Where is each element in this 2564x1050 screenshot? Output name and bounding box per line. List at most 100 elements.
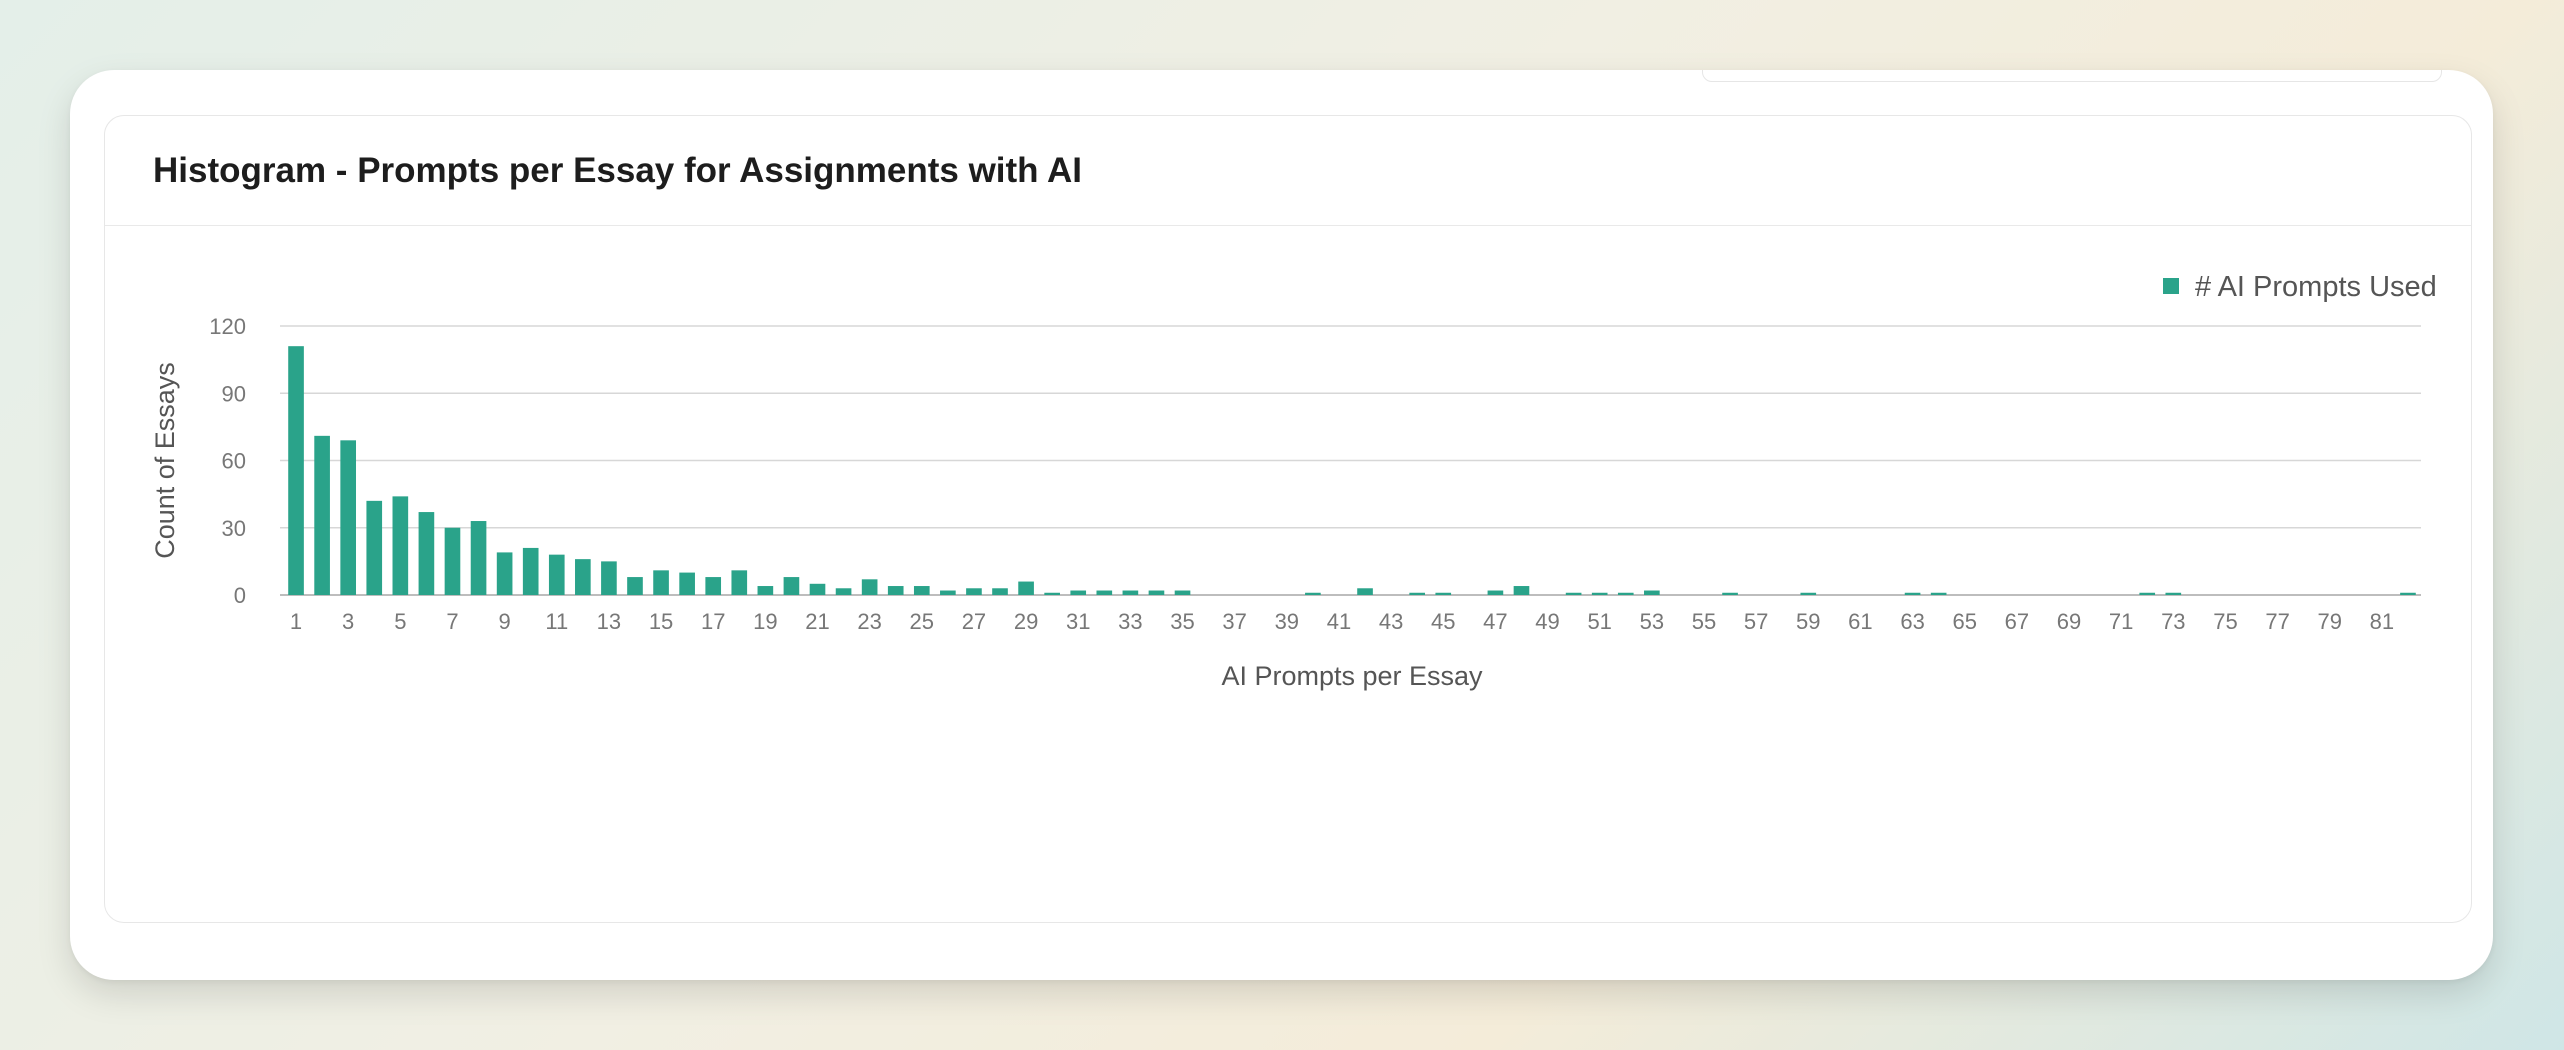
x-tick-label: 25 — [910, 609, 934, 634]
histogram-bar[interactable] — [861, 579, 878, 595]
histogram-bar[interactable] — [627, 577, 643, 595]
histogram-bar[interactable] — [575, 559, 591, 595]
x-tick-label: 77 — [2265, 609, 2289, 634]
histogram-bar[interactable] — [731, 570, 748, 595]
chart-title: Histogram - Prompts per Essay for Assign… — [153, 150, 1082, 190]
histogram-bar[interactable] — [1148, 590, 1165, 595]
x-tick-label: 11 — [545, 609, 568, 634]
x-tick-label: 5 — [394, 609, 406, 634]
x-tick-label: 31 — [1066, 609, 1090, 634]
histogram-bar[interactable] — [1435, 592, 1452, 595]
x-tick-label: 81 — [2370, 609, 2394, 634]
histogram-bar[interactable] — [809, 583, 826, 595]
x-tick-label: 23 — [857, 609, 881, 634]
x-tick-label: 47 — [1483, 609, 1507, 634]
y-tick-label: 60 — [222, 449, 246, 474]
histogram-bar[interactable] — [1174, 590, 1191, 595]
histogram-bar[interactable] — [1070, 590, 1087, 595]
y-tick-label: 0 — [234, 583, 246, 608]
histogram-bar[interactable] — [1487, 590, 1504, 595]
histogram-bar[interactable] — [1513, 586, 1530, 595]
x-tick-label: 75 — [2213, 609, 2237, 634]
x-tick-label: 45 — [1431, 609, 1455, 634]
x-tick-label: 43 — [1379, 609, 1403, 634]
histogram-bar[interactable] — [392, 496, 409, 595]
legend[interactable]: # AI Prompts Used — [2163, 271, 2437, 303]
histogram-bar[interactable] — [496, 552, 513, 595]
x-tick-label: 53 — [1640, 609, 1664, 634]
histogram-bar[interactable] — [340, 440, 357, 595]
x-tick-label: 63 — [1900, 609, 1924, 634]
x-tick-label: 15 — [649, 609, 673, 634]
histogram-bar[interactable] — [1565, 592, 1582, 595]
bars — [288, 346, 2416, 595]
histogram-bar[interactable] — [1357, 588, 1373, 595]
x-tick-label: 37 — [1222, 609, 1246, 634]
x-tick-label: 39 — [1275, 609, 1299, 634]
histogram-bar[interactable] — [1644, 590, 1660, 595]
legend-swatch — [2163, 278, 2179, 294]
histogram-bar[interactable] — [1409, 592, 1426, 595]
histogram-bar[interactable] — [966, 588, 982, 595]
histogram-bar[interactable] — [679, 572, 695, 595]
x-tick-label: 3 — [342, 609, 354, 634]
y-tick-label: 120 — [209, 314, 246, 339]
histogram-bar[interactable] — [1305, 592, 1321, 595]
histogram-chart: 0306090120 1 3 5 7 9 11 13 15 17 19 21 23 25 27 29 31 33… — [150, 271, 2437, 691]
histogram-bar[interactable] — [314, 435, 330, 595]
x-tick-label: 55 — [1692, 609, 1716, 634]
histogram-bar[interactable] — [601, 561, 617, 595]
histogram-bar[interactable] — [1800, 592, 1817, 595]
histogram-bar[interactable] — [940, 590, 956, 595]
y-axis-ticks: 0 30 60 90 120 — [209, 314, 246, 608]
histogram-bar[interactable] — [992, 588, 1008, 595]
x-tick-label: 33 — [1118, 609, 1142, 634]
histogram-bar[interactable] — [2400, 592, 2416, 595]
histogram-bar[interactable] — [444, 527, 461, 595]
gridlines — [280, 325, 2421, 596]
x-tick-label: 51 — [1587, 609, 1611, 634]
histogram-bar[interactable] — [835, 588, 852, 595]
x-tick-label: 71 — [2109, 609, 2133, 634]
histogram-bar[interactable] — [366, 500, 383, 595]
x-tick-label: 49 — [1535, 609, 1559, 634]
histogram-bar[interactable] — [418, 512, 435, 595]
histogram-bar[interactable] — [1904, 592, 1921, 595]
x-tick-label: 79 — [2318, 609, 2342, 634]
y-axis-label: Count of Essays — [150, 362, 180, 559]
x-tick-label: 67 — [2005, 609, 2029, 634]
x-tick-label: 7 — [446, 609, 458, 634]
histogram-bar[interactable] — [548, 554, 565, 595]
histogram-bar[interactable] — [705, 577, 722, 595]
histogram-bar[interactable] — [1122, 590, 1139, 595]
histogram-bar[interactable] — [1722, 592, 1738, 595]
x-tick-label: 65 — [1952, 609, 1976, 634]
histogram-card: Histogram - Prompts per Essay for Assign… — [104, 115, 2472, 923]
histogram-bar[interactable] — [1044, 592, 1060, 595]
histogram-bar[interactable] — [887, 586, 904, 595]
histogram-bar[interactable] — [913, 586, 930, 595]
histogram-bar[interactable] — [757, 586, 774, 595]
histogram-bar[interactable] — [783, 577, 800, 595]
x-tick-label: 13 — [597, 609, 621, 634]
histogram-bar[interactable] — [2165, 592, 2182, 595]
histogram-bar[interactable] — [2139, 592, 2156, 595]
histogram-bar[interactable] — [1018, 581, 1034, 595]
x-tick-label: 35 — [1170, 609, 1194, 634]
x-tick-label: 17 — [701, 609, 725, 634]
dashboard-card: Histogram - Prompts per Essay for Assign… — [70, 70, 2493, 980]
histogram-bar[interactable] — [653, 570, 669, 595]
histogram-bar[interactable] — [1930, 592, 1947, 595]
histogram-bar[interactable] — [522, 547, 539, 595]
histogram-bar[interactable] — [470, 521, 487, 595]
histogram-bar[interactable] — [1591, 592, 1608, 595]
histogram-bar[interactable] — [288, 346, 304, 595]
histogram-bar[interactable] — [1096, 590, 1113, 595]
x-tick-label: 73 — [2161, 609, 2185, 634]
x-tick-label: 9 — [498, 609, 510, 634]
x-axis-ticks: 1 3 5 7 9 11 13 15 17 19 21 23 25 27 29 31 33 35 37 39 41 43 4… — [290, 609, 2394, 634]
x-tick-label: 69 — [2057, 609, 2081, 634]
x-axis-label: AI Prompts per Essay — [1221, 661, 1483, 691]
x-tick-label: 61 — [1848, 609, 1872, 634]
histogram-bar[interactable] — [1617, 592, 1634, 595]
